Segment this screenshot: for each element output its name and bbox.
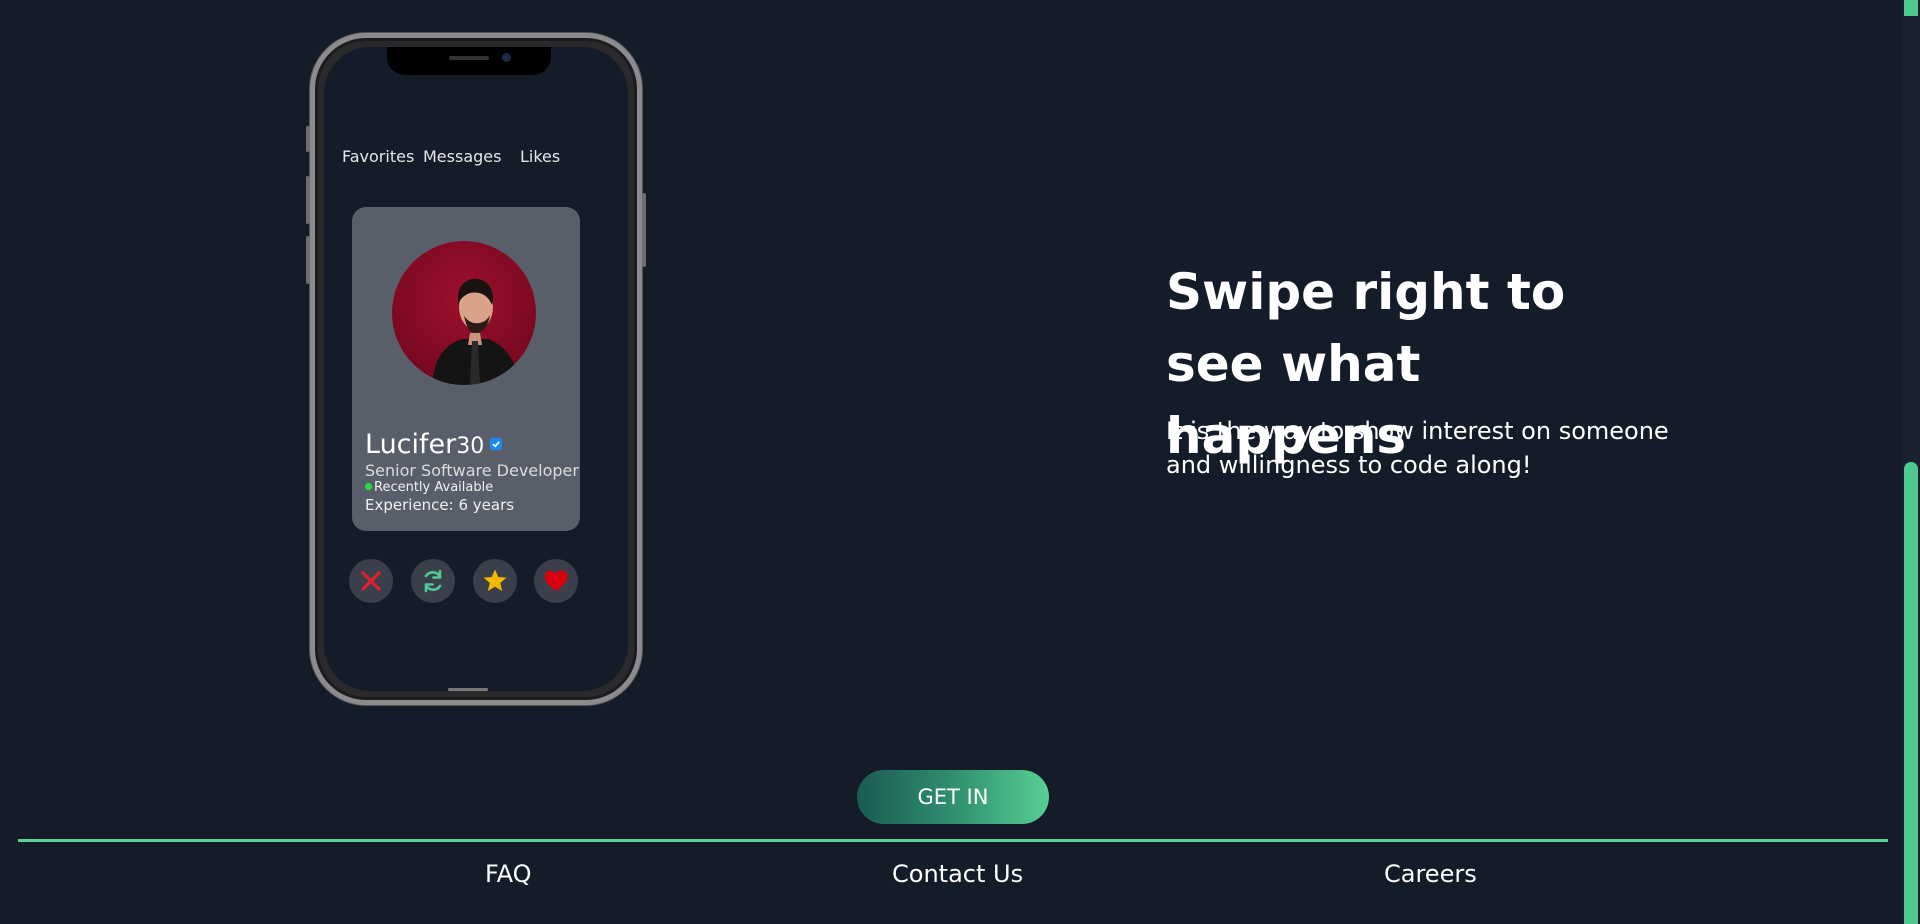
profile-status-text: Recently Available bbox=[374, 480, 494, 495]
profile-status: Recently Available bbox=[365, 480, 493, 495]
profile-age: 30 bbox=[456, 434, 485, 459]
person-silhouette-icon bbox=[432, 278, 520, 385]
page-scrollbar[interactable] bbox=[1902, 0, 1920, 924]
profile-name-text: Lucifer bbox=[365, 429, 457, 460]
phone-mockup: Favorites Messages Likes Lucifer30 Senio… bbox=[306, 33, 646, 705]
footer-link-careers[interactable]: Careers bbox=[1384, 860, 1477, 888]
page: Favorites Messages Likes Lucifer30 Senio… bbox=[0, 0, 1920, 924]
action-bar bbox=[324, 559, 628, 605]
avatar bbox=[392, 241, 536, 385]
tab-messages[interactable]: Messages bbox=[423, 147, 501, 166]
camera-icon bbox=[502, 53, 511, 62]
get-in-button[interactable]: GET IN bbox=[857, 770, 1049, 824]
profile-experience: Experience: 6 years bbox=[365, 496, 515, 514]
phone-mute-switch bbox=[306, 126, 310, 152]
like-button[interactable] bbox=[534, 559, 578, 603]
status-dot-icon bbox=[365, 483, 372, 490]
phone-power-button bbox=[642, 193, 646, 267]
footer-link-faq[interactable]: FAQ bbox=[485, 860, 532, 888]
hero-description: It is the way to show interest on someon… bbox=[1166, 417, 1669, 479]
rewind-button[interactable] bbox=[411, 559, 455, 603]
profile-card[interactable]: Lucifer30 Senior Software Developer Rece… bbox=[352, 207, 580, 531]
home-indicator bbox=[448, 688, 488, 691]
phone-notch bbox=[387, 47, 551, 75]
phone-screen: Favorites Messages Likes Lucifer30 Senio… bbox=[324, 47, 628, 691]
refresh-icon bbox=[424, 569, 442, 593]
tab-likes[interactable]: Likes bbox=[520, 147, 560, 166]
star-icon bbox=[483, 569, 507, 591]
heart-icon bbox=[544, 570, 568, 591]
speaker-icon bbox=[449, 56, 489, 60]
phone-volume-up bbox=[306, 176, 310, 224]
verified-icon bbox=[490, 438, 503, 450]
reject-button[interactable] bbox=[349, 559, 393, 603]
profile-name: Lucifer30 bbox=[365, 429, 503, 460]
scrollbar-thumb[interactable] bbox=[1904, 462, 1918, 924]
tab-favorites[interactable]: Favorites bbox=[342, 147, 414, 166]
phone-nav: Favorites Messages Likes bbox=[324, 147, 628, 167]
scrollbar-top-cap bbox=[1904, 0, 1918, 16]
phone-volume-down bbox=[306, 236, 310, 284]
super-like-button[interactable] bbox=[473, 559, 517, 603]
x-icon bbox=[361, 571, 381, 591]
footer-link-contact-us[interactable]: Contact Us bbox=[892, 860, 1023, 888]
profile-role: Senior Software Developer bbox=[365, 461, 579, 480]
footer-divider bbox=[18, 839, 1888, 842]
